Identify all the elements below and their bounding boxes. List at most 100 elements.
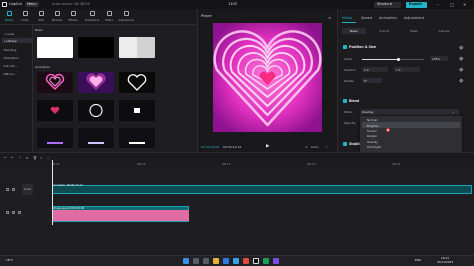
subtab-cutout[interactable]: Cutout bbox=[372, 28, 396, 34]
project-title: 1103 bbox=[228, 2, 237, 6]
nav-local[interactable]: • Local bbox=[2, 31, 32, 36]
chevron-down-icon: ⌄ bbox=[452, 109, 455, 114]
position-size-checkbox[interactable] bbox=[343, 45, 347, 49]
media-thumb-6[interactable] bbox=[119, 100, 155, 121]
tool-transitions[interactable]: Transitions bbox=[84, 11, 100, 22]
menu-button[interactable]: Menu bbox=[25, 2, 39, 7]
subtab-mask[interactable]: Mask bbox=[402, 28, 426, 34]
media-thumb-transparent[interactable] bbox=[119, 37, 155, 58]
tab-video[interactable]: Video bbox=[342, 16, 352, 20]
nav-trending[interactable]: Trending bbox=[2, 47, 32, 52]
active-tab-indicator bbox=[342, 22, 356, 23]
language-indicator[interactable]: ENG bbox=[415, 258, 421, 262]
media-thumb-5[interactable] bbox=[78, 100, 114, 121]
player-title: Player bbox=[201, 14, 212, 18]
scale-slider-knob[interactable] bbox=[397, 57, 401, 61]
tool-label: Stickers bbox=[51, 17, 63, 22]
tab-adjustment[interactable]: Adjustment bbox=[404, 16, 424, 20]
media-thumb-heart-1[interactable] bbox=[37, 72, 73, 93]
search-icon[interactable] bbox=[193, 257, 199, 264]
subtab-basic[interactable]: Basic bbox=[342, 28, 366, 34]
clock-date[interactable]: 03/11/2023 bbox=[437, 260, 453, 264]
nav-animation[interactable]: Animation bbox=[2, 55, 32, 60]
close-button[interactable]: ✕ bbox=[463, 2, 466, 7]
store-icon[interactable] bbox=[233, 257, 239, 264]
media-thumb-heart-2[interactable] bbox=[78, 72, 114, 93]
scale-value[interactable]: 178% bbox=[430, 56, 448, 61]
media-thumb-white[interactable] bbox=[37, 37, 73, 58]
mode-label: Mode bbox=[344, 110, 353, 114]
fullscreen-button[interactable]: ⛶ bbox=[326, 145, 328, 149]
tool-filters[interactable]: Filters bbox=[103, 11, 115, 22]
maximize-button[interactable]: □ bbox=[450, 2, 454, 7]
transitions-icon bbox=[89, 11, 95, 16]
subtab-canvas[interactable]: Canvas bbox=[432, 28, 456, 34]
blend-checkbox[interactable] bbox=[343, 99, 347, 103]
media-thumb-7[interactable] bbox=[37, 128, 73, 148]
animation-clip[interactable] bbox=[52, 185, 472, 194]
media-toolbar: Media Audio Text Stickers Effects Transi… bbox=[0, 9, 196, 25]
cover-button[interactable]: Cover bbox=[22, 184, 33, 195]
tool-adjustment[interactable]: Adjustment bbox=[118, 11, 134, 22]
timecode-current: 00:00:00:00 bbox=[201, 145, 220, 149]
duplicate-button[interactable]: ⧉ bbox=[26, 156, 28, 160]
track-visibility-icon[interactable] bbox=[12, 211, 15, 214]
track-lock-icon[interactable] bbox=[6, 188, 9, 191]
export-button[interactable]: Export bbox=[406, 1, 427, 8]
stabilize-checkbox[interactable] bbox=[343, 142, 347, 146]
undo-button[interactable]: ↶ bbox=[4, 156, 7, 160]
nav-library[interactable]: • Library bbox=[1, 38, 32, 43]
shortcut-button[interactable]: Shortcut bbox=[374, 1, 401, 8]
tab-speed[interactable]: Speed bbox=[361, 16, 372, 20]
media-thumb-4[interactable] bbox=[37, 100, 73, 121]
media-thumb-black[interactable] bbox=[78, 37, 114, 58]
ratio-button[interactable]: Ratio bbox=[311, 145, 319, 149]
tool-audio[interactable]: Audio bbox=[19, 11, 31, 22]
tool-stickers[interactable]: Stickers bbox=[51, 11, 63, 22]
ruler-mark: |00:20 bbox=[392, 162, 401, 166]
tool-label: Adjustment bbox=[118, 17, 134, 22]
media-thumb-9[interactable] bbox=[119, 128, 155, 148]
capcut-taskbar-icon[interactable] bbox=[253, 257, 259, 264]
media-library-grid: Basic Animation bbox=[33, 25, 196, 152]
nav-nir[interactable]: NIR Co... bbox=[2, 71, 32, 76]
weather-widget[interactable]: 18°C bbox=[6, 258, 13, 262]
app-icon[interactable] bbox=[273, 257, 279, 264]
video-preview[interactable] bbox=[213, 23, 322, 132]
play-button[interactable]: ▶ bbox=[266, 144, 269, 149]
media-thumb-heart-3[interactable] bbox=[119, 72, 155, 93]
track-lock-icon[interactable] bbox=[6, 211, 9, 214]
timeline-playhead[interactable] bbox=[52, 160, 53, 225]
edge-icon[interactable] bbox=[223, 257, 229, 264]
track-audio-icon[interactable] bbox=[18, 211, 21, 214]
library-nav: • Local • Library Trending Animation Cut… bbox=[0, 25, 33, 152]
blend-option[interactable]: Darken bbox=[362, 133, 460, 139]
crop-button[interactable]: ⬚ bbox=[47, 156, 50, 160]
position-x-field[interactable]: X 0 bbox=[362, 67, 388, 72]
track-visibility-icon[interactable] bbox=[12, 188, 15, 191]
tool-label: Transitions bbox=[84, 17, 100, 22]
app-icon[interactable] bbox=[263, 257, 269, 264]
tool-text[interactable]: Text bbox=[35, 11, 47, 22]
file-explorer-icon[interactable] bbox=[213, 257, 219, 264]
fit-view-button[interactable]: ⊡ bbox=[305, 145, 308, 149]
split-button[interactable]: ⌶ bbox=[19, 156, 21, 160]
tool-effects[interactable]: Effects bbox=[67, 11, 79, 22]
blend-mode-select[interactable]: Overlay bbox=[360, 109, 459, 115]
nav-cutout[interactable]: Cut out ... bbox=[2, 63, 32, 68]
minimize-button[interactable]: – bbox=[437, 2, 439, 7]
chrome-icon[interactable] bbox=[243, 257, 249, 264]
task-view-icon[interactable] bbox=[203, 257, 209, 264]
keyframe-tool-button[interactable]: ◇ bbox=[40, 156, 42, 160]
player-menu-icon[interactable]: ≡ bbox=[328, 15, 331, 20]
tab-animation[interactable]: Animation bbox=[379, 16, 397, 20]
rotate-field[interactable]: 0° bbox=[362, 78, 382, 83]
media-thumb-8[interactable] bbox=[78, 128, 114, 148]
redo-button[interactable]: ↷ bbox=[11, 156, 14, 160]
windows-start-icon[interactable] bbox=[183, 257, 189, 264]
adjustment-icon bbox=[123, 11, 129, 16]
delete-button[interactable]: 🗑 bbox=[33, 156, 37, 160]
tool-label: Media bbox=[4, 17, 14, 22]
tool-media[interactable]: Media bbox=[3, 11, 15, 22]
position-y-field[interactable]: Y 0 bbox=[394, 67, 420, 72]
